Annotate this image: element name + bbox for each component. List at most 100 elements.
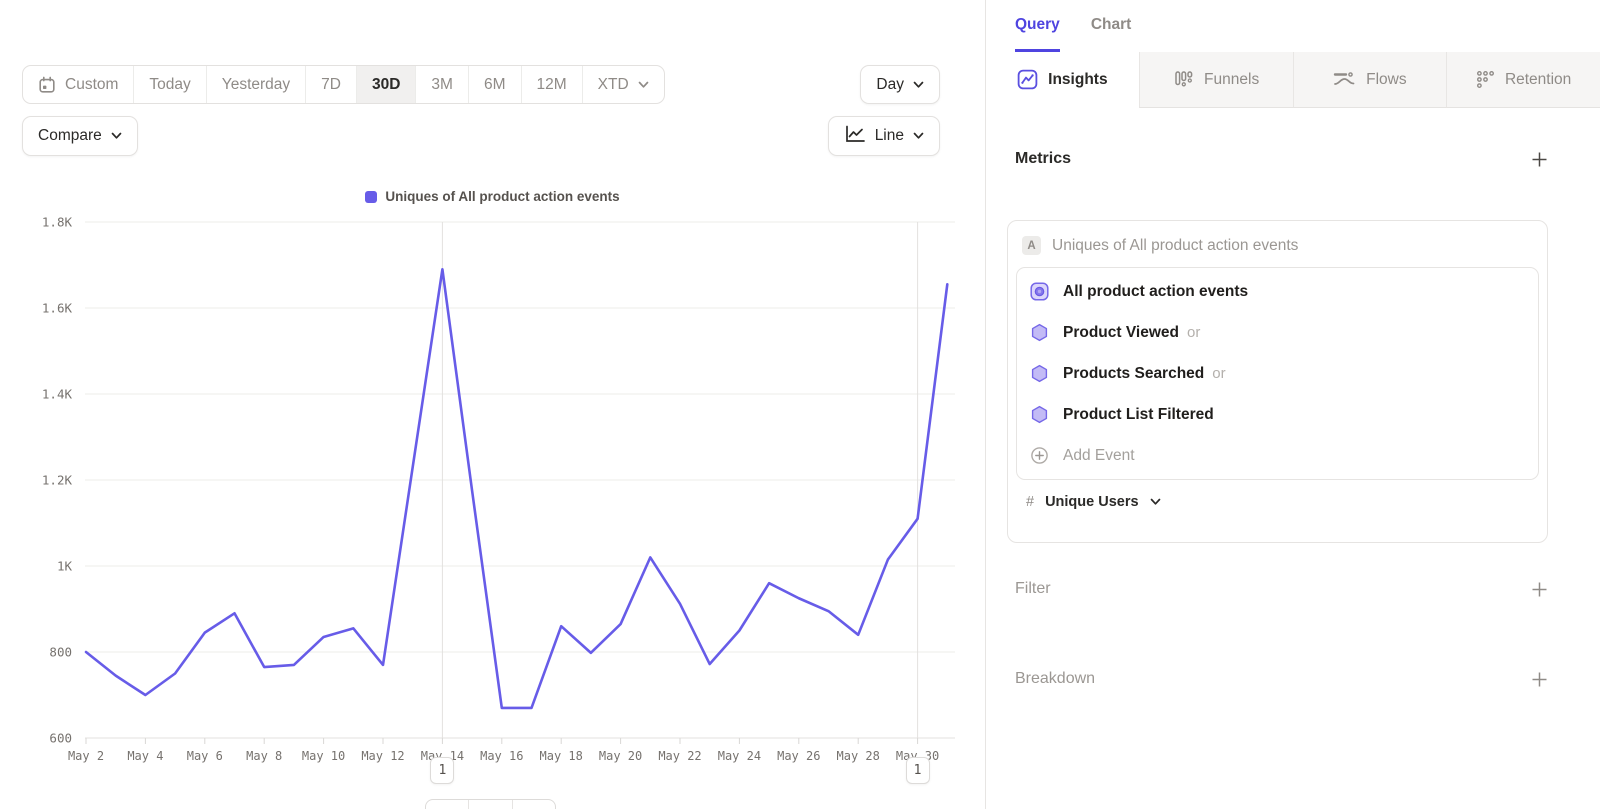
event-label: All product action events	[1063, 283, 1248, 301]
event-hexagon-icon	[1030, 323, 1049, 342]
report-tab-retention[interactable]: Retention	[1446, 52, 1600, 108]
add-event-icon	[1030, 446, 1049, 465]
event-operator: or	[1187, 324, 1200, 341]
range-12m[interactable]: 12M	[521, 66, 582, 103]
plus-icon	[1531, 151, 1548, 168]
metric-card: A Uniques of All product action events A…	[1007, 220, 1548, 543]
report-type-tabs: Insights Funnels Flows Retention	[986, 52, 1600, 108]
y-axis-label: 1.6K	[42, 301, 73, 316]
x-axis-label: May 10	[302, 749, 345, 763]
x-axis-label: May 4	[127, 749, 163, 763]
footer-cell[interactable]	[512, 800, 555, 809]
chart-type-label: Line	[875, 127, 904, 145]
x-axis-label: May 28	[837, 749, 880, 763]
y-axis-label: 1K	[57, 559, 73, 574]
line-chart[interactable]: 600 800 1K 1.2K 1.4K 1.6K 1.8K May 2 May 4 May 6 M…	[0, 180, 985, 780]
granularity-dropdown[interactable]: Day	[860, 65, 940, 104]
series-label: Uniques of All product action events	[1052, 237, 1298, 255]
compare-dropdown[interactable]: Compare	[22, 116, 138, 156]
range-label: 3M	[431, 76, 453, 94]
range-3m[interactable]: 3M	[415, 66, 468, 103]
report-tab-flows[interactable]: Flows	[1293, 52, 1447, 108]
chart-pane: CustomTodayYesterday7D30D3M6M12MXTD Day …	[0, 0, 985, 809]
add-filter-button[interactable]	[1530, 580, 1548, 598]
retention-icon	[1476, 70, 1495, 89]
event-row[interactable]: Product Viewedor	[1017, 312, 1538, 353]
y-axis-label: 1.4K	[42, 387, 73, 402]
report-tab-label: Flows	[1366, 71, 1406, 89]
calendar-icon	[38, 76, 56, 94]
x-axis-label: May 26	[777, 749, 820, 763]
series-badge: A	[1022, 236, 1041, 255]
pane-tab-chart[interactable]: Chart	[1091, 0, 1131, 52]
range-6m[interactable]: 6M	[468, 66, 521, 103]
funnels-icon	[1173, 69, 1194, 90]
add-event-label: Add Event	[1063, 447, 1135, 465]
event-row[interactable]: Products Searchedor	[1017, 353, 1538, 394]
footer-cell[interactable]	[426, 800, 468, 809]
line-chart-glyph-icon	[844, 124, 866, 144]
x-axis-label: May 24	[718, 749, 761, 763]
annotation-badge[interactable]: 1	[906, 757, 930, 784]
y-axis-label: 1.8K	[42, 215, 73, 230]
report-tab-funnels[interactable]: Funnels	[1139, 52, 1293, 108]
breakdown-section-header: Breakdown	[1015, 670, 1548, 688]
series-line[interactable]	[86, 269, 947, 708]
chevron-down-icon	[913, 81, 924, 89]
range-label: 6M	[484, 76, 506, 94]
date-range-group: Custom Today Yesterday 7D 30D 3M 6M 12M XTD	[22, 65, 665, 104]
add-metric-button[interactable]	[1530, 150, 1548, 168]
y-axis-label: 800	[49, 645, 72, 660]
filter-title: Filter	[1015, 580, 1051, 598]
x-axis-label: May 22	[658, 749, 701, 763]
plus-icon	[1531, 581, 1548, 598]
y-axis-label: 600	[49, 731, 72, 746]
compare-label: Compare	[38, 127, 102, 145]
footer-cell[interactable]	[468, 800, 511, 809]
report-tab-insights[interactable]: Insights	[986, 52, 1139, 108]
range-today[interactable]: Today	[133, 66, 205, 103]
x-axis-label: May 2	[68, 749, 104, 763]
all-events-icon	[1030, 282, 1049, 301]
annotation-badge[interactable]: 1	[430, 757, 454, 784]
add-event-row[interactable]: Add Event	[1017, 435, 1538, 476]
range-30d[interactable]: 30D	[356, 66, 415, 103]
chevron-down-icon	[111, 132, 122, 140]
event-hexagon-icon	[1030, 364, 1049, 383]
aggregation-selector[interactable]: # Unique Users	[1008, 480, 1547, 510]
range-label: XTD	[598, 76, 629, 94]
range-yesterday[interactable]: Yesterday	[206, 66, 305, 103]
range-xtd[interactable]: XTD	[582, 66, 664, 103]
event-row[interactable]: All product action events	[1017, 271, 1538, 312]
range-label: 7D	[321, 76, 341, 94]
query-panel: Query Chart Insights Funnels Flows Retention…	[985, 0, 1600, 809]
y-axis-label: 1.2K	[42, 473, 73, 488]
range-label: 30D	[372, 76, 400, 94]
report-tab-label: Funnels	[1204, 71, 1259, 89]
metric-series-row[interactable]: A Uniques of All product action events	[1008, 221, 1547, 265]
breakdown-title: Breakdown	[1015, 670, 1095, 688]
insights-icon	[1017, 69, 1038, 90]
event-label: Product List Filtered	[1063, 406, 1214, 424]
add-breakdown-button[interactable]	[1530, 670, 1548, 688]
hash-icon: #	[1026, 494, 1034, 510]
event-hexagon-icon	[1030, 405, 1049, 424]
granularity-label: Day	[876, 76, 904, 94]
flows-icon	[1333, 70, 1356, 89]
range-label: Yesterday	[222, 76, 290, 94]
x-axis-label: May 12	[361, 749, 404, 763]
chart-type-dropdown[interactable]: Line	[828, 116, 940, 156]
range-label: Custom	[65, 76, 118, 94]
report-tab-label: Retention	[1505, 71, 1571, 89]
pane-tab-query[interactable]: Query	[1015, 0, 1060, 52]
aggregation-label: Unique Users	[1045, 494, 1138, 510]
x-axis-label: May 6	[187, 749, 223, 763]
events-list: All product action events Product Viewedo…	[1016, 267, 1539, 480]
event-label: Products Searched	[1063, 365, 1204, 383]
report-tab-label: Insights	[1048, 71, 1107, 89]
range-7d[interactable]: 7D	[305, 66, 356, 103]
event-row[interactable]: Product List Filtered	[1017, 394, 1538, 435]
chart-footer-control-partial[interactable]	[425, 799, 556, 809]
pane-tabs: Query Chart	[986, 0, 1600, 52]
range-custom[interactable]: Custom	[23, 66, 133, 103]
